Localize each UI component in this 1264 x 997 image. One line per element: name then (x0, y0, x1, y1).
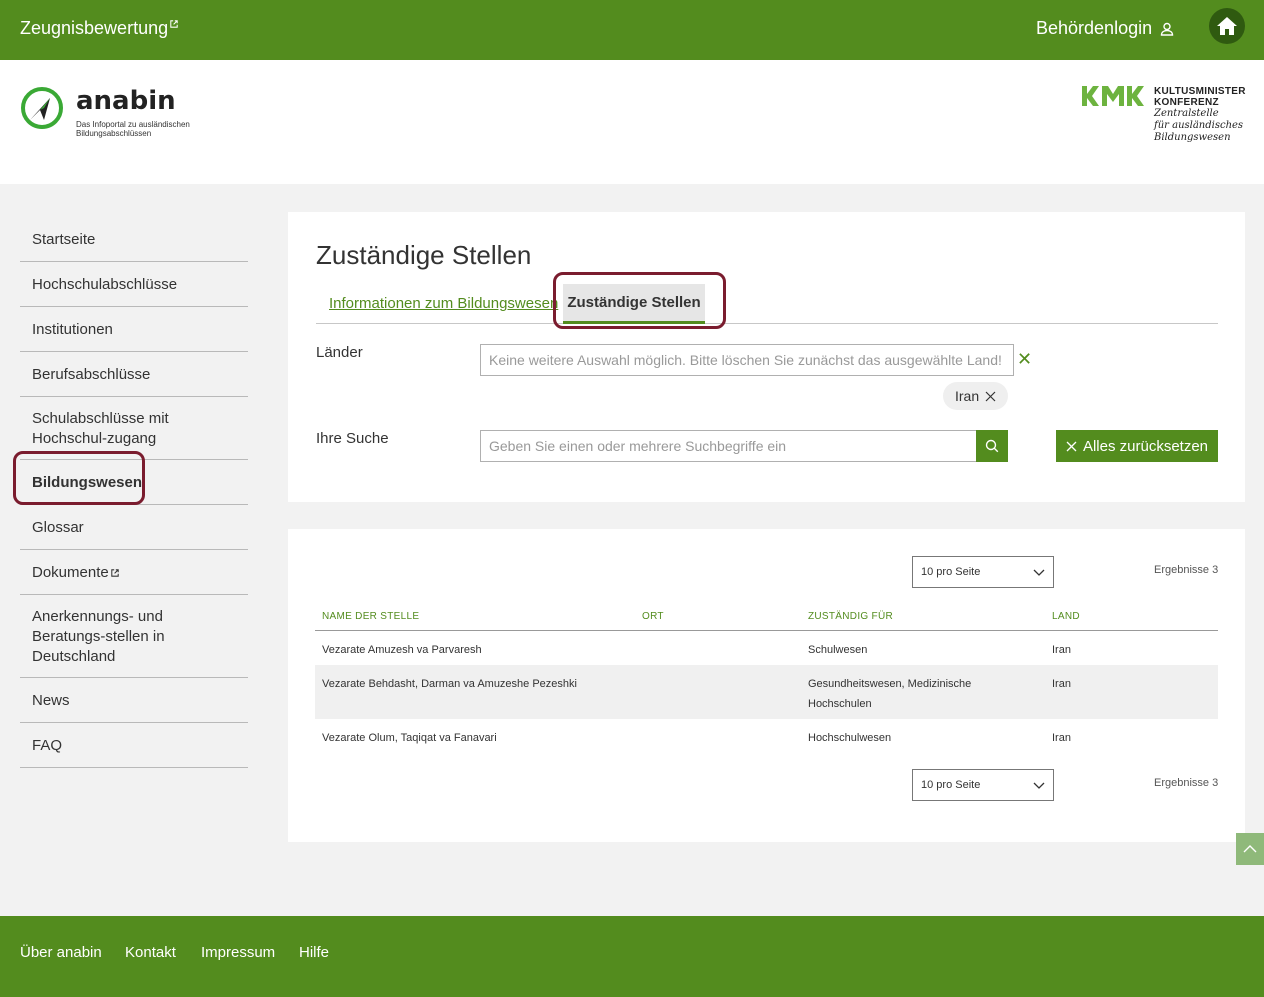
results-count-bottom: Ergebnisse 3 (1154, 777, 1219, 789)
highlight-tab-annotation (553, 272, 726, 329)
close-icon (1066, 441, 1077, 451)
logo-name: anabin (76, 86, 176, 116)
kmk-mark-icon (1082, 86, 1144, 106)
search-input[interactable]: Geben Sie einen oder mehrere Suchbegriff… (480, 430, 978, 462)
site-header: anabin Das Infoportal zu ausländischen B… (0, 60, 1264, 184)
zeugnisbewertung-link[interactable]: Zeugnisbewertung (20, 18, 178, 39)
countries-input[interactable]: Keine weitere Auswahl möglich. Bitte lös… (480, 344, 1014, 376)
search-label: Ihre Suche (316, 430, 389, 447)
sidebar-item-label: Startseite (32, 231, 96, 248)
kmk-line1: KULTUSMINISTER (1154, 86, 1246, 97)
country-chip-label: Iran (955, 388, 980, 404)
table-row[interactable]: Vezarate Behdasht, Darman va Amuzeshe Pe… (315, 665, 1218, 719)
footer-link-kontakt[interactable]: Kontakt (125, 944, 176, 961)
sidebar-item-news[interactable]: News (20, 678, 248, 723)
tab-bar: Informationen zum Bildungswesen Zuständi… (316, 282, 1218, 324)
sidebar-item-hochschulabschluesse[interactable]: Hochschulabschlüsse (20, 262, 248, 307)
sidebar-item-berufsabschluesse[interactable]: Berufsabschlüsse (20, 352, 248, 397)
site-footer: Über anabin Kontakt Impressum Hilfe (0, 916, 1264, 997)
cell-zustaendig: Hochschulwesen (808, 732, 892, 744)
highlight-sidebar-annotation (13, 451, 145, 505)
anabin-logo[interactable]: anabin Das Infoportal zu ausländischen B… (20, 86, 206, 138)
reset-all-button[interactable]: Alles zurücksetzen (1056, 430, 1218, 462)
column-header-name[interactable]: NAME DER STELLE (315, 601, 635, 631)
chip-remove-icon[interactable] (985, 391, 996, 402)
per-page-value: 10 pro Seite (921, 779, 981, 791)
cell-name[interactable]: Vezarate Olum, Taqiqat va Fanavari (315, 719, 635, 753)
sidebar-item-label: Schulabschlüsse mit Hochschul-zugang (32, 410, 169, 447)
table-row[interactable]: Vezarate Amuzesh va Parvaresh Schulwesen… (315, 631, 1218, 666)
logo-subtitle: Das Infoportal zu ausländischen Bildungs… (76, 120, 190, 138)
per-page-select-top[interactable]: 10 pro Seite (912, 556, 1054, 588)
scroll-to-top-button[interactable] (1236, 833, 1264, 865)
chevron-up-icon (1243, 845, 1257, 853)
page-title: Zuständige Stellen (316, 240, 532, 270)
top-bar: Zeugnisbewertung Behördenlogin (0, 0, 1264, 60)
compass-logo-icon (21, 87, 63, 129)
sidebar-item-anerkennungsstellen[interactable]: Anerkennungs- und Beratungs-stellen in D… (20, 595, 248, 678)
zeugnisbewertung-label: Zeugnisbewertung (20, 18, 169, 38)
sidebar-item-label: News (32, 692, 70, 709)
chevron-down-icon (1033, 569, 1045, 576)
sidebar-item-dokumente[interactable]: Dokumente (20, 550, 248, 595)
kmk-line4: für ausländisches (1154, 120, 1244, 131)
authority-login-link[interactable]: Behördenlogin (1036, 18, 1174, 39)
column-header-zustaendig[interactable]: ZUSTÄNDIG FÜR (801, 601, 1045, 631)
clear-countries-icon[interactable]: ✕ (1017, 349, 1032, 370)
sidebar-item-label: FAQ (32, 737, 63, 754)
search-panel: Zuständige Stellen Informationen zum Bil… (288, 212, 1245, 502)
reset-all-label: Alles zurücksetzen (1082, 437, 1209, 455)
cell-ort (635, 665, 801, 719)
sidebar-item-label: Anerkennungs- und Beratungs-stellen in D… (32, 608, 165, 665)
countries-label: Länder (316, 344, 363, 361)
cell-land: Iran (1052, 644, 1071, 656)
cell-land: Iran (1052, 732, 1071, 744)
footer-link-ueber-anabin[interactable]: Über anabin (20, 944, 102, 961)
kmk-logo[interactable]: KULTUSMINISTER KONFERENZ Zentralstelle f… (1082, 86, 1254, 144)
cell-zustaendig: Gesundheitswesen, Medizinische Hochschul… (801, 665, 1045, 719)
sidebar-item-label: Berufsabschlüsse (32, 366, 151, 383)
results-table: NAME DER STELLE ORT ZUSTÄNDIG FÜR LAND V… (315, 601, 1218, 753)
kmk-line5: Bildungswesen (1154, 132, 1231, 143)
home-button[interactable] (1209, 8, 1245, 44)
sidebar-item-label: Hochschulabschlüsse (32, 276, 178, 293)
sidebar-item-institutionen[interactable]: Institutionen (20, 307, 248, 352)
sidebar-item-label: Glossar (32, 519, 84, 536)
sidebar-item-glossar[interactable]: Glossar (20, 505, 248, 550)
results-count-top: Ergebnisse 3 (1154, 564, 1219, 576)
tab-bildungswesen-info[interactable]: Informationen zum Bildungswesen (329, 295, 558, 312)
sidebar-item-startseite[interactable]: Startseite (20, 217, 248, 262)
cell-zustaendig: Schulwesen (808, 644, 868, 656)
column-header-ort[interactable]: ORT (635, 601, 801, 631)
cell-name[interactable]: Vezarate Behdasht, Darman va Amuzeshe Pe… (315, 665, 635, 719)
per-page-value: 10 pro Seite (921, 566, 981, 578)
table-row[interactable]: Vezarate Olum, Taqiqat va Fanavari Hochs… (315, 719, 1218, 753)
search-button[interactable] (976, 430, 1008, 462)
cell-ort (635, 719, 801, 753)
footer-link-impressum[interactable]: Impressum (201, 944, 275, 961)
home-icon (1217, 17, 1237, 35)
user-icon (1160, 22, 1174, 36)
search-icon (985, 439, 999, 453)
external-link-icon (110, 569, 119, 577)
footer-link-hilfe[interactable]: Hilfe (299, 944, 329, 961)
cell-land: Iran (1045, 665, 1218, 719)
external-link-icon (170, 20, 178, 28)
results-panel: 10 pro Seite Ergebnisse 3 NAME DER STELL… (288, 529, 1245, 842)
sidebar-item-faq[interactable]: FAQ (20, 723, 248, 768)
chevron-down-icon (1033, 782, 1045, 789)
sidebar-item-label: Institutionen (32, 321, 113, 338)
sidebar-item-label: Dokumente (32, 564, 109, 581)
country-chip[interactable]: Iran (943, 382, 1009, 410)
table-header-row: NAME DER STELLE ORT ZUSTÄNDIG FÜR LAND (315, 601, 1218, 631)
cell-name[interactable]: Vezarate Amuzesh va Parvaresh (315, 631, 635, 666)
kmk-line3: Zentralstelle (1154, 108, 1219, 119)
kmk-line2: KONFERENZ (1154, 97, 1219, 108)
per-page-select-bottom[interactable]: 10 pro Seite (912, 769, 1054, 801)
cell-ort (635, 631, 801, 666)
authority-login-label: Behördenlogin (1036, 18, 1153, 38)
column-header-land[interactable]: LAND (1045, 601, 1218, 631)
